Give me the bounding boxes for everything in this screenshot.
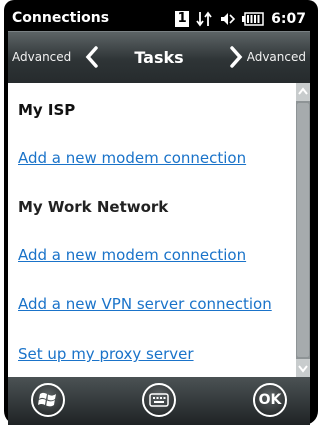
speaker-icon[interactable] (219, 11, 236, 27)
start-button[interactable] (31, 383, 65, 417)
ok-button-label: OK (258, 392, 282, 408)
chevron-up-icon (298, 87, 308, 95)
bottom-softkey-bar: OK (8, 377, 310, 425)
data-sync-icon[interactable] (196, 11, 212, 27)
scroll-down-button[interactable] (296, 359, 310, 377)
next-tab-label[interactable]: Advanced (247, 50, 306, 64)
status-icons: 1 6:07 (175, 9, 306, 29)
ok-button[interactable]: OK (253, 383, 287, 417)
link-add-modem-connection-isp[interactable]: Add a new modem connection (18, 149, 246, 167)
section-heading-my-isp: My ISP (18, 101, 76, 119)
section-heading-my-work-network: My Work Network (18, 198, 169, 216)
scroll-up-button[interactable] (296, 83, 310, 101)
vertical-scrollbar[interactable] (296, 83, 310, 377)
keyboard-button[interactable] (142, 383, 176, 417)
tab-nav-bar: Advanced Tasks Advanced (8, 31, 310, 83)
windows-start-icon (38, 392, 56, 407)
status-bar: Connections 1 6:07 (8, 8, 310, 31)
chevron-right-icon[interactable] (229, 46, 243, 72)
chevron-down-icon (298, 365, 308, 373)
keyboard-icon (149, 393, 169, 407)
notification-badge[interactable]: 1 (175, 11, 190, 27)
app-title[interactable]: Connections (12, 10, 109, 26)
clock-time[interactable]: 6:07 (271, 11, 306, 27)
battery-icon[interactable] (242, 12, 264, 26)
link-set-up-proxy-server[interactable]: Set up my proxy server (18, 345, 194, 363)
task-list: My ISP Add a new modem connection My Wor… (8, 83, 296, 377)
link-add-modem-connection-work[interactable]: Add a new modem connection (18, 246, 246, 264)
scroll-thumb[interactable] (297, 103, 309, 357)
link-add-vpn-server-connection[interactable]: Add a new VPN server connection (18, 295, 272, 313)
